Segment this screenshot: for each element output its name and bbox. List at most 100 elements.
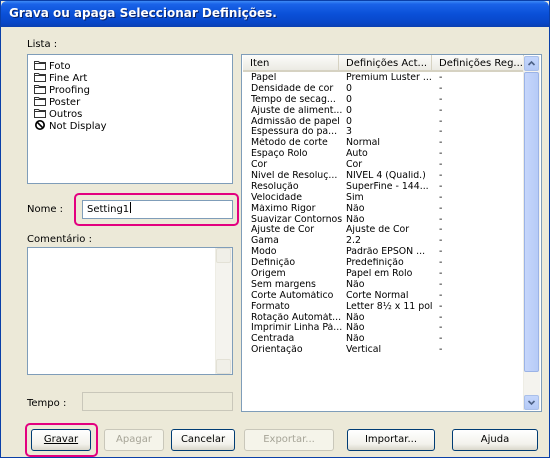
cell-item: Modo — [251, 247, 277, 258]
nome-label: Nome : — [27, 204, 64, 215]
cell-registered: - — [439, 94, 443, 105]
lista-item[interactable]: Outros — [34, 108, 82, 120]
table-row[interactable]: Suavizar Contornos Não - — [243, 214, 541, 226]
table-row[interactable]: Formato Letter 8½ x 11 pol - — [243, 301, 541, 313]
table-row[interactable]: Máximo Rigor Não - — [243, 204, 541, 215]
cell-current: Ajuste de Cor — [346, 225, 410, 236]
lista-item[interactable]: Foto — [34, 60, 71, 72]
cell-current: Vertical — [346, 345, 382, 356]
cell-registered: - — [439, 290, 443, 301]
cell-item: Imprimir Linha Pá... — [251, 323, 343, 334]
cell-current: 3 — [346, 127, 352, 138]
cell-current: Não — [346, 334, 365, 345]
cell-current: Não — [346, 214, 365, 225]
cell-current: Não — [346, 323, 365, 334]
table-row[interactable]: Origem Papel em Rolo - — [243, 269, 541, 280]
scroll-up-button[interactable] — [216, 248, 231, 263]
window-title: Grava ou apaga Seleccionar Definições. — [9, 6, 277, 20]
table-row[interactable]: Ajuste de aliment... 0 - — [243, 105, 541, 117]
apagar-button[interactable]: Apagar — [104, 429, 164, 451]
cell-item: Admissão de papel — [251, 116, 340, 127]
tempo-label: Tempo : — [27, 398, 67, 409]
table-row[interactable]: Centrada Não - — [243, 334, 541, 345]
column-header-item[interactable]: Iten — [243, 55, 339, 72]
comentario-scrollbar[interactable] — [215, 248, 232, 374]
table-row[interactable]: Corte Automático Corte Normal - — [243, 290, 541, 302]
lista-item[interactable]: Fine Art — [34, 72, 87, 84]
cell-registered: - — [439, 181, 443, 192]
table-row[interactable]: Modo Padrão EPSON ... - — [243, 247, 541, 258]
table-row[interactable]: Papel Premium Luster ... - — [243, 73, 541, 84]
cell-registered: - — [439, 73, 443, 83]
table-row[interactable]: Método de corte Normal - — [243, 138, 541, 149]
cell-registered: - — [439, 138, 443, 149]
comentario-label: Comentário : — [27, 234, 92, 245]
cell-current: Auto — [346, 149, 368, 160]
lista-item-label: Not Display — [49, 121, 107, 132]
table-row[interactable]: Imprimir Linha Pá... Não - — [243, 323, 541, 334]
scroll-down-button[interactable] — [216, 359, 231, 374]
table-row[interactable]: Velocidade Sim - — [243, 192, 541, 204]
cell-registered: - — [439, 149, 443, 160]
folder-icon — [34, 109, 46, 118]
table-row[interactable]: Espaço Rolo Auto - — [243, 149, 541, 160]
cell-current: Premium Luster ... — [346, 73, 432, 83]
cell-item: Ajuste de Cor — [251, 225, 315, 236]
lista-item-label: Poster — [49, 97, 81, 108]
cell-current: Letter 8½ x 11 pol — [346, 301, 433, 312]
cell-current: 2.2 — [346, 236, 361, 247]
table-row[interactable]: Nível de Resoluç... NÍVEL 4 (Qualid.) - — [243, 171, 541, 182]
lista-item[interactable]: Not Display — [34, 120, 107, 132]
cell-item: Resolução — [251, 181, 299, 192]
scroll-thumb[interactable] — [524, 72, 539, 372]
cell-registered: - — [439, 334, 443, 345]
cell-current: 0 — [346, 116, 352, 127]
dialog-window: Grava ou apaga Seleccionar Definições. L… — [0, 0, 550, 458]
column-header-registered[interactable]: Definições Reg... — [432, 55, 524, 72]
exportar-button[interactable]: Exportar... — [244, 429, 334, 451]
cell-item: Espaço Rolo — [251, 149, 308, 160]
cell-registered: - — [439, 192, 443, 203]
cell-current: 0 — [346, 94, 352, 105]
cell-registered: - — [439, 323, 443, 334]
table-row[interactable]: Cor Cor - — [243, 160, 541, 171]
cell-current: Sim — [346, 192, 364, 203]
table-row[interactable]: Definição Predefinição - — [243, 258, 541, 269]
cell-item: Cor — [251, 160, 268, 171]
chevron-up-icon — [527, 60, 536, 66]
no-entry-icon — [35, 120, 45, 130]
ajuda-button[interactable]: Ajuda — [452, 429, 538, 451]
cell-registered: - — [439, 214, 443, 225]
tempo-input[interactable] — [82, 392, 233, 411]
scroll-up-button[interactable] — [524, 56, 539, 71]
table-row[interactable]: Admissão de papel 0 - — [243, 116, 541, 128]
lista-item[interactable]: Poster — [34, 96, 80, 108]
lista-item[interactable]: Proofing — [34, 84, 90, 96]
cell-registered: - — [439, 105, 443, 116]
importar-button[interactable]: Importar... — [347, 429, 435, 451]
table-row[interactable]: Espessura do pa... 3 - — [243, 127, 541, 138]
settings-table[interactable]: Iten Definições Act... Definições Reg...… — [241, 54, 542, 412]
table-row[interactable]: Orientação Vertical - — [243, 345, 541, 356]
table-row[interactable]: Tempo de secag... 0 - — [243, 94, 541, 106]
comentario-textarea[interactable] — [27, 247, 233, 375]
cell-item: Definição — [251, 258, 296, 269]
table-row[interactable]: Resolução SuperFine - 144... - — [243, 181, 541, 193]
lista-tree[interactable]: Foto Fine Art Proofing Poster Outros Not Disp… — [27, 54, 233, 184]
table-row[interactable]: Rotação Automát... Não - — [243, 313, 541, 324]
cancelar-button[interactable]: Cancelar — [171, 429, 235, 451]
cell-current: Cor — [346, 160, 363, 171]
column-header-current[interactable]: Definições Act... — [339, 55, 432, 72]
cell-registered: - — [439, 258, 443, 269]
cell-item: Espessura do pa... — [251, 127, 338, 138]
cell-registered: - — [439, 247, 443, 258]
table-row[interactable]: Gama 2.2 - — [243, 236, 541, 247]
cell-current: Padrão EPSON ... — [346, 247, 426, 258]
table-row[interactable]: Densidade de cor 0 - — [243, 84, 541, 95]
table-scrollbar[interactable] — [523, 56, 540, 410]
chevron-down-icon — [527, 400, 536, 406]
scroll-down-button[interactable] — [524, 395, 539, 410]
table-row[interactable]: Sem margens Não - — [243, 280, 541, 291]
cell-item: Gama — [251, 236, 279, 247]
table-row[interactable]: Ajuste de Cor Ajuste de Cor - — [243, 225, 541, 236]
